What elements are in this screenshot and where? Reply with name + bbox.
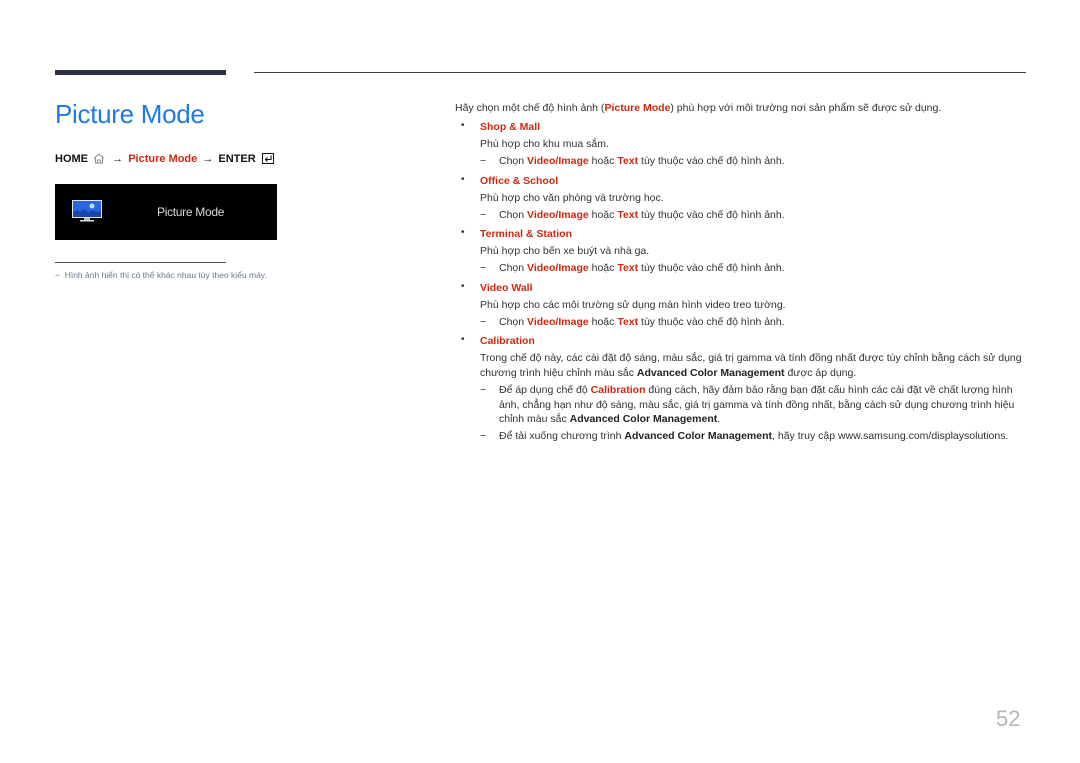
text: Chọn (499, 315, 528, 328)
text: , hãy truy cập www.samsung.com/displayso… (772, 429, 1009, 442)
text: hoặc (588, 315, 618, 328)
sub-note: − Để tải xuống chương trình Advanced Colo… (480, 429, 1035, 444)
item-title: Video Wall (480, 281, 533, 294)
sub-note: − Chọn Video/Image hoặc Text tùy thuộc và… (480, 154, 1035, 169)
dash: − (480, 155, 487, 167)
home-icon (93, 153, 105, 167)
home-label: HOME (55, 153, 88, 165)
dash: − (480, 315, 487, 328)
dash: − (480, 262, 487, 274)
option-text: Text (617, 315, 639, 328)
item-title: Shop & Mall (480, 121, 541, 133)
program-name: Advanced Color Management (636, 367, 785, 379)
page-title: Picture Mode (55, 99, 205, 129)
dash: − (480, 208, 487, 221)
text: . (717, 413, 721, 425)
osd-menu-picture-mode: Picture Mode (55, 184, 277, 240)
text: tùy thuộc vào chế độ hình ảnh. (638, 315, 785, 328)
list-item: • Video Wall Phù hợp cho các môi trường … (455, 281, 1035, 330)
text: tùy thuộc vào chế độ hình ảnh. (638, 155, 785, 167)
item-description: Phù hợp cho các môi trường sử dụng màn h… (480, 298, 786, 311)
bullet: • (461, 120, 465, 131)
text: tùy thuộc vào chế độ hình ảnh. (638, 208, 785, 221)
bullet: • (461, 334, 465, 345)
option-video-image: Video/Image (527, 208, 589, 221)
text: hoặc (588, 155, 618, 167)
main-content: Hãy chọn một chế độ hình ảnh (Picture Mo… (455, 101, 1035, 443)
arrow: → (112, 153, 124, 165)
osd-label: Picture Mode (157, 205, 225, 219)
text: được áp dụng. (784, 367, 857, 379)
intro-text: Hãy chọn một chế độ hình ảnh (Picture Mo… (455, 101, 1035, 115)
list-item-calibration: • Calibration Trong chế độ này, các cài … (455, 334, 1035, 443)
text: tùy thuộc vào chế độ hình ảnh. (638, 262, 785, 274)
item-description: Phù hợp cho văn phòng và trường học. (480, 191, 664, 204)
option-text: Text (617, 262, 639, 274)
list-item: • Office & School Phù hợp cho văn phòng … (455, 174, 1035, 223)
page-number: 52 (996, 706, 1021, 731)
note-dash: − (55, 270, 60, 280)
note-divider (55, 262, 226, 263)
option-video-image: Video/Image (527, 262, 589, 274)
note-text: Hình ảnh hiển thị có thể khác nhau tùy t… (64, 270, 267, 280)
text: hoặc (588, 262, 618, 274)
menu-path: HOME → Picture Mode → ENTER (55, 153, 274, 167)
text: Chọn (499, 262, 528, 274)
item-title: Terminal & Station (480, 228, 572, 240)
monitor-picture-icon (71, 199, 103, 228)
sub-note: − Chọn Video/Image hoặc Text tùy thuộc và… (480, 208, 1035, 223)
intro-highlight: Picture Mode (604, 102, 671, 114)
text: hoặc (588, 208, 618, 221)
header-rule (254, 72, 1026, 73)
list-item: • Shop & Mall Phù hợp cho khu mua sắm. −… (455, 120, 1035, 169)
menu-item-picture-mode: Picture Mode (128, 153, 198, 165)
text: Chọn (499, 208, 528, 221)
mode-calibration: Calibration (590, 384, 646, 396)
item-title: Office & School (480, 174, 559, 187)
item-title: Calibration (480, 335, 535, 347)
option-text: Text (617, 208, 639, 221)
program-name: Advanced Color Management (624, 429, 773, 442)
sub-note: − Chọn Video/Image hoặc Text tùy thuộc và… (480, 315, 1035, 330)
arrow: → (202, 153, 214, 165)
enter-icon (261, 153, 274, 167)
bullet: • (461, 280, 465, 292)
program-name: Advanced Color Management (569, 413, 718, 425)
list-item: • Terminal & Station Phù hợp cho bến xe … (455, 227, 1035, 276)
sub-note: − Để áp dụng chế độ Calibration đúng cách… (480, 383, 1035, 427)
item-description: Phù hợp cho bến xe buýt và nhà ga. (480, 245, 650, 257)
intro-part: ) phù hợp với môi trường nơi sản phẩm sẽ… (670, 102, 942, 114)
dash: − (480, 384, 487, 396)
option-text: Text (617, 155, 639, 167)
item-description: Phù hợp cho khu mua sắm. (480, 138, 609, 150)
text: Để tải xuống chương trình (499, 429, 625, 442)
bullet: • (461, 227, 465, 238)
text: Chọn (499, 155, 528, 167)
footnote: − Hình ảnh hiển thị có thể khác nhau tùy… (55, 270, 267, 280)
enter-label: ENTER (218, 153, 256, 165)
bullet: • (461, 173, 465, 185)
option-video-image: Video/Image (527, 315, 589, 328)
header-bar-thick (55, 70, 226, 75)
option-video-image: Video/Image (527, 155, 589, 167)
dash: − (480, 429, 487, 442)
text: Để áp dụng chế độ (499, 384, 591, 396)
item-description: Trong chế độ này, các cài đặt độ sáng, m… (480, 351, 1035, 381)
intro-part: Hãy chọn một chế độ hình ảnh ( (455, 102, 605, 114)
sub-note: − Chọn Video/Image hoặc Text tùy thuộc và… (480, 261, 1035, 276)
